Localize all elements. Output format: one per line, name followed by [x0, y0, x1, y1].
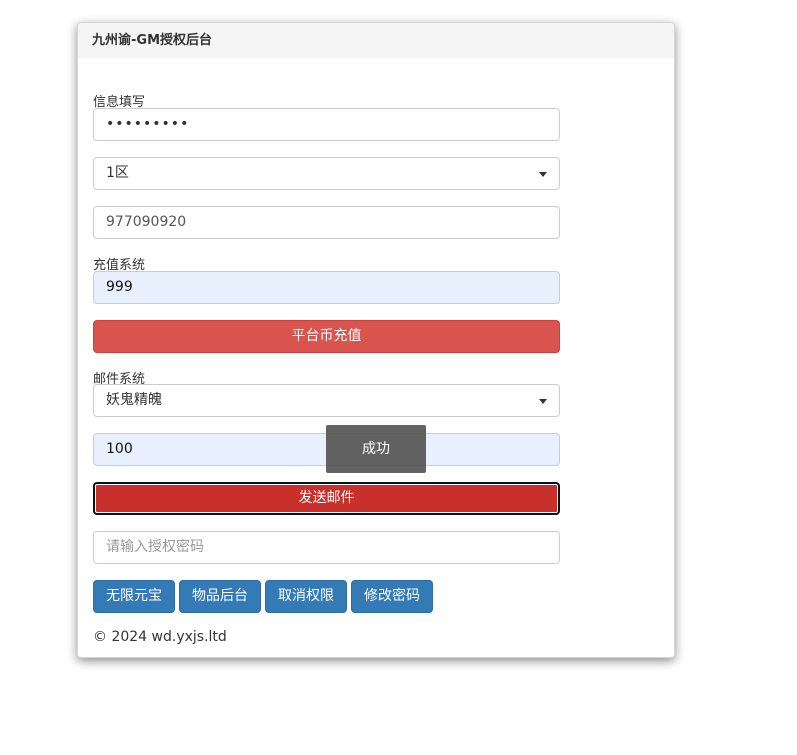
item-backend-button[interactable]: 物品后台	[179, 580, 261, 613]
unlimited-yuanbao-button[interactable]: 无限元宝	[93, 580, 175, 613]
success-toast: 成功	[326, 425, 426, 473]
action-button-row: 无限元宝 物品后台 取消权限 修改密码	[93, 580, 433, 613]
platform-recharge-button[interactable]: 平台币充值	[93, 320, 560, 353]
send-mail-button[interactable]: 发送邮件	[93, 482, 560, 515]
chevron-down-icon	[539, 399, 547, 404]
footer-copyright: © 2024 wd.yxjs.ltd	[93, 629, 227, 645]
recharge-amount-input[interactable]: 999	[93, 271, 560, 304]
gm-panel: 九州谕-GM授权后台 信息填写 ••••••••• 1区 977090920 充…	[77, 22, 675, 658]
password-input[interactable]: •••••••••	[93, 108, 560, 141]
chevron-down-icon	[539, 172, 547, 177]
server-select-value: 1区	[106, 165, 129, 181]
cancel-permission-button[interactable]: 取消权限	[265, 580, 347, 613]
change-password-button[interactable]: 修改密码	[351, 580, 433, 613]
server-select[interactable]: 1区	[93, 157, 560, 190]
account-input[interactable]: 977090920	[93, 206, 560, 239]
mail-item-select-value: 妖鬼精魄	[106, 392, 162, 408]
auth-password-input[interactable]: 请输入授权密码	[93, 531, 560, 564]
panel-title: 九州谕-GM授权后台	[78, 23, 674, 58]
mail-item-select[interactable]: 妖鬼精魄	[93, 384, 560, 417]
